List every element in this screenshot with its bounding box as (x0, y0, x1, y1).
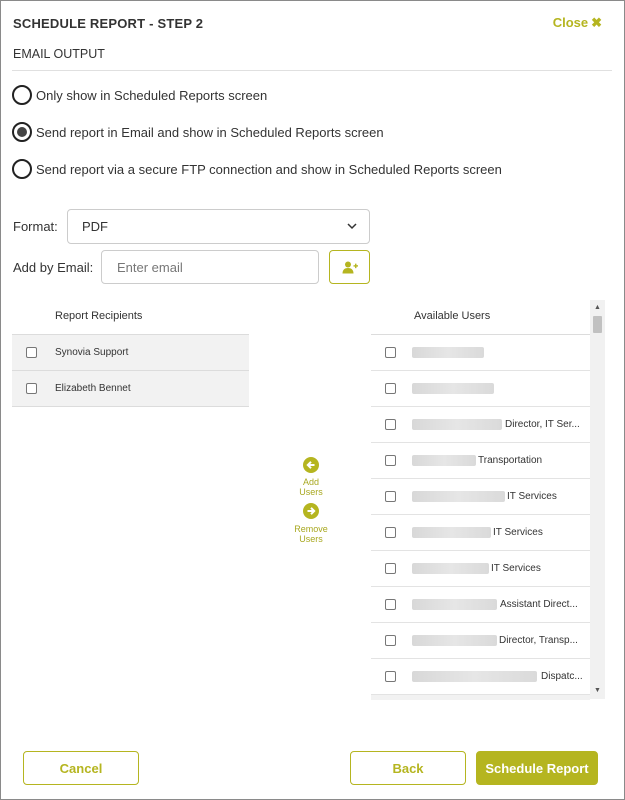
blurred-name (412, 383, 494, 394)
email-input[interactable] (101, 250, 319, 284)
recipients-header: Report Recipients (55, 310, 143, 322)
close-label: Close (552, 15, 589, 30)
available-user-row[interactable]: IT Services (371, 551, 590, 587)
user-checkbox[interactable] (385, 671, 396, 682)
available-user-row[interactable] (371, 335, 590, 371)
user-checkbox[interactable] (385, 491, 396, 502)
back-button[interactable]: Back (350, 751, 466, 785)
option-scheduled-only-label: Only show in Scheduled Reports screen (36, 87, 268, 103)
available-user-row[interactable]: IT Services (371, 515, 590, 551)
available-user-row[interactable]: Assistant Direct... (371, 587, 590, 623)
option-ftp-label: Send report via a secure FTP connection … (36, 161, 502, 177)
user-checkbox[interactable] (385, 599, 396, 610)
user-title: Director, Transp... (499, 635, 578, 646)
add-user-icon (342, 261, 358, 273)
user-title: IT Services (491, 563, 541, 574)
schedule-report-dialog: SCHEDULE REPORT - STEP 2 Close ✖ EMAIL OU… (0, 0, 625, 800)
add-by-email-label: Add by Email: (13, 260, 94, 275)
radio-ftp[interactable] (12, 159, 32, 179)
blurred-name (412, 419, 502, 430)
divider (12, 70, 612, 71)
scroll-down-arrow[interactable]: ▼ (593, 686, 602, 695)
arrow-left-circle-icon (303, 457, 319, 473)
user-title: Transportation (478, 455, 543, 466)
recipient-row[interactable]: Elizabeth Bennet (12, 371, 249, 407)
blurred-name (412, 491, 505, 502)
chevron-down-icon (347, 223, 357, 230)
option-email-label: Send report in Email and show in Schedul… (36, 124, 384, 140)
user-title: IT Services (493, 527, 543, 538)
list-bottom (371, 695, 590, 700)
option-scheduled-only[interactable]: Only show in Scheduled Reports screen (12, 85, 267, 105)
available-user-row[interactable]: Director, Transp... (371, 623, 590, 659)
recipient-checkbox[interactable] (26, 383, 37, 394)
add-email-button[interactable] (329, 250, 370, 284)
user-checkbox[interactable] (385, 383, 396, 394)
user-checkbox[interactable] (385, 563, 396, 574)
remove-users-button[interactable]: Remove Users (294, 503, 328, 544)
available-user-row[interactable]: IT Services (371, 479, 590, 515)
option-email[interactable]: Send report in Email and show in Schedul… (12, 122, 384, 142)
recipient-name: Synovia Support (55, 347, 129, 358)
radio-email[interactable] (12, 122, 32, 142)
user-checkbox[interactable] (385, 419, 396, 430)
cancel-button[interactable]: Cancel (23, 751, 139, 785)
arrow-right-circle-icon (303, 503, 319, 519)
schedule-report-button[interactable]: Schedule Report (476, 751, 598, 785)
format-select[interactable]: PDF (67, 209, 370, 244)
user-title: IT Services (507, 491, 557, 502)
available-user-row[interactable]: Transportation (371, 443, 590, 479)
user-title: Dispatc... (541, 671, 583, 682)
blurred-name (412, 563, 489, 574)
scrollbar[interactable] (590, 300, 605, 699)
recipient-checkbox[interactable] (26, 347, 37, 358)
close-button[interactable]: Close ✖ (553, 15, 602, 31)
format-label: Format: (13, 219, 58, 234)
scrollbar-thumb[interactable] (593, 316, 602, 333)
radio-scheduled-only[interactable] (12, 85, 32, 105)
recipient-row[interactable]: Synovia Support (12, 335, 249, 371)
recipient-name: Elizabeth Bennet (55, 383, 131, 394)
section-subtitle: EMAIL OUTPUT (13, 47, 105, 61)
user-title: Assistant Direct... (500, 599, 578, 610)
available-user-row[interactable]: Dispatc... (371, 659, 590, 695)
blurred-name (412, 455, 476, 466)
close-icon: ✖ (591, 15, 602, 30)
blurred-name (412, 635, 497, 646)
user-checkbox[interactable] (385, 635, 396, 646)
dialog-title: SCHEDULE REPORT - STEP 2 (13, 16, 204, 31)
user-checkbox[interactable] (385, 347, 396, 358)
scroll-up-arrow[interactable]: ▲ (593, 303, 602, 312)
format-value: PDF (82, 219, 108, 234)
add-users-label-2: Users (299, 487, 323, 497)
available-users-header: Available Users (414, 310, 491, 322)
available-user-row[interactable]: Director, IT Ser... (371, 407, 590, 443)
blurred-name (412, 599, 497, 610)
option-ftp[interactable]: Send report via a secure FTP connection … (12, 159, 502, 179)
blurred-name (412, 347, 484, 358)
blurred-name (412, 527, 491, 538)
user-checkbox[interactable] (385, 455, 396, 466)
user-title: Director, IT Ser... (505, 419, 580, 430)
add-users-label-1: Add (302, 477, 319, 487)
blurred-name (412, 671, 537, 682)
add-users-button[interactable]: Add Users (294, 457, 328, 497)
remove-users-label-1: Remove (294, 524, 328, 534)
remove-users-label-2: Users (299, 534, 323, 544)
available-user-row[interactable] (371, 371, 590, 407)
user-checkbox[interactable] (385, 527, 396, 538)
